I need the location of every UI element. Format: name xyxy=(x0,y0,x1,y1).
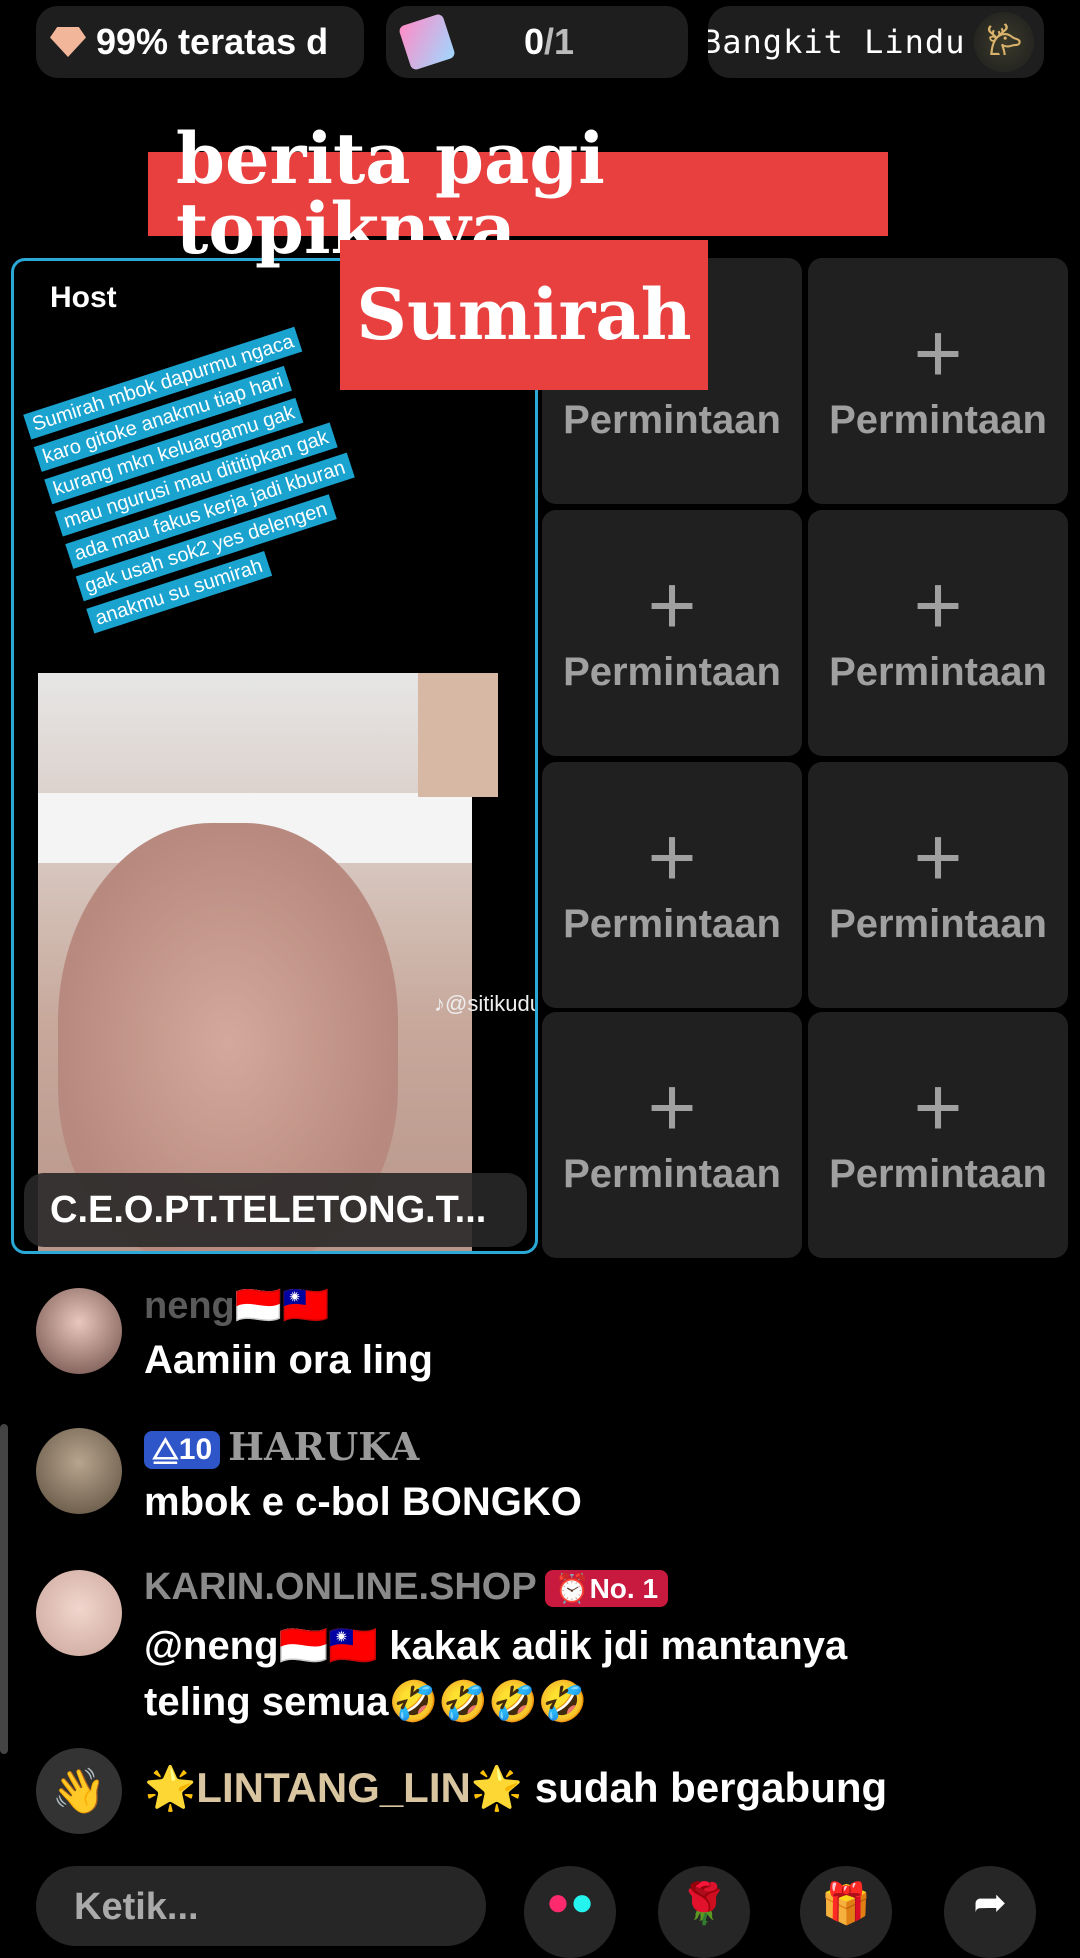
plus-icon: + xyxy=(647,809,697,904)
chat-message-cont: teling semua🤣🤣🤣🤣 xyxy=(144,1680,588,1724)
gift-box-icon[interactable]: 🎁 xyxy=(800,1866,892,1958)
plus-icon: + xyxy=(647,557,697,652)
plus-icon: + xyxy=(913,305,963,400)
plus-icon: + xyxy=(647,1059,697,1154)
avatar[interactable] xyxy=(36,1570,122,1656)
join-notice: 🌟LINTANG_LIN🌟 sudah bergabung xyxy=(144,1764,888,1811)
plus-icon: + xyxy=(913,557,963,652)
topic-banner-line1: berita pagi topiknya xyxy=(148,124,888,264)
chat-username[interactable]: KARIN.ONLINE.SHOP ⏰ No. 1 xyxy=(144,1566,669,1609)
guest-slot-request[interactable]: +Permintaan xyxy=(808,762,1068,1008)
chat-username[interactable]: ⧋ 10 HARUKA xyxy=(144,1424,419,1470)
multi-guest-icon[interactable]: ● ● xyxy=(524,1866,616,1958)
chat-message: mbok e c-bol BONGKO xyxy=(144,1480,582,1524)
pip-video xyxy=(418,673,498,797)
guest-slot-request[interactable]: +Permintaan xyxy=(808,258,1068,504)
wave-hand-icon[interactable]: 👋 xyxy=(36,1748,122,1834)
host-video-frame: ♪@sitikudu xyxy=(38,673,535,1251)
rose-gift-icon[interactable]: 🌹 xyxy=(658,1866,750,1958)
guest-slot-request[interactable]: +Permintaan xyxy=(542,510,802,756)
level-badge: ⧋ 10 xyxy=(144,1430,221,1469)
avatar[interactable] xyxy=(36,1428,122,1514)
gift-goal-progress: 0/1 xyxy=(523,21,575,62)
rank-badge: ⏰ No. 1 xyxy=(544,1570,669,1608)
rank-text: 99% teratas d xyxy=(96,21,329,62)
guest-slot-request[interactable]: +Permintaan xyxy=(808,510,1068,756)
share-icon[interactable]: ➦ xyxy=(944,1866,1036,1958)
host-name[interactable]: C.E.O.PT.TELETONG.T... xyxy=(24,1173,527,1247)
host-video-tile[interactable]: Host Sumirah mbok dapurmu ngaca karo git… xyxy=(11,258,538,1254)
plus-icon: + xyxy=(913,1059,963,1154)
chat-username[interactable]: neng🇮🇩🇹🇼 xyxy=(144,1284,329,1328)
bottom-bar: Ketik... ● ● 🌹 🎁 ➦ xyxy=(0,1860,1080,1958)
chat-message: Aamiin ora ling xyxy=(144,1338,433,1382)
guest-slot-request[interactable]: +Permintaan xyxy=(542,1012,802,1258)
host-label: Host xyxy=(50,281,117,314)
gift-names-text: Bangkit Lindu xyxy=(708,23,966,61)
comment-input[interactable]: Ketik... xyxy=(36,1866,486,1946)
ticket-icon xyxy=(398,13,456,71)
watermark: ♪@sitikudu xyxy=(434,991,538,1016)
diamond-icon xyxy=(50,27,86,57)
topic-banner-line2: Sumirah xyxy=(340,240,708,390)
guest-slot-request[interactable]: +Permintaan xyxy=(542,762,802,1008)
antler-icon: 𐂂 xyxy=(974,12,1034,72)
rank-pill[interactable]: 99% teratas d xyxy=(36,6,364,78)
avatar[interactable] xyxy=(36,1288,122,1374)
chat-scrollbar[interactable] xyxy=(0,1424,8,1754)
chat-message: @neng🇮🇩🇹🇼 kakak adik jdi mantanya xyxy=(144,1624,848,1668)
gift-goal-pill[interactable]: 0/1 xyxy=(386,6,688,78)
gift-names-pill[interactable]: Bangkit Lindu 𐂂 xyxy=(708,6,1044,78)
guest-slot-request[interactable]: +Permintaan xyxy=(808,1012,1068,1258)
plus-icon: + xyxy=(913,809,963,904)
